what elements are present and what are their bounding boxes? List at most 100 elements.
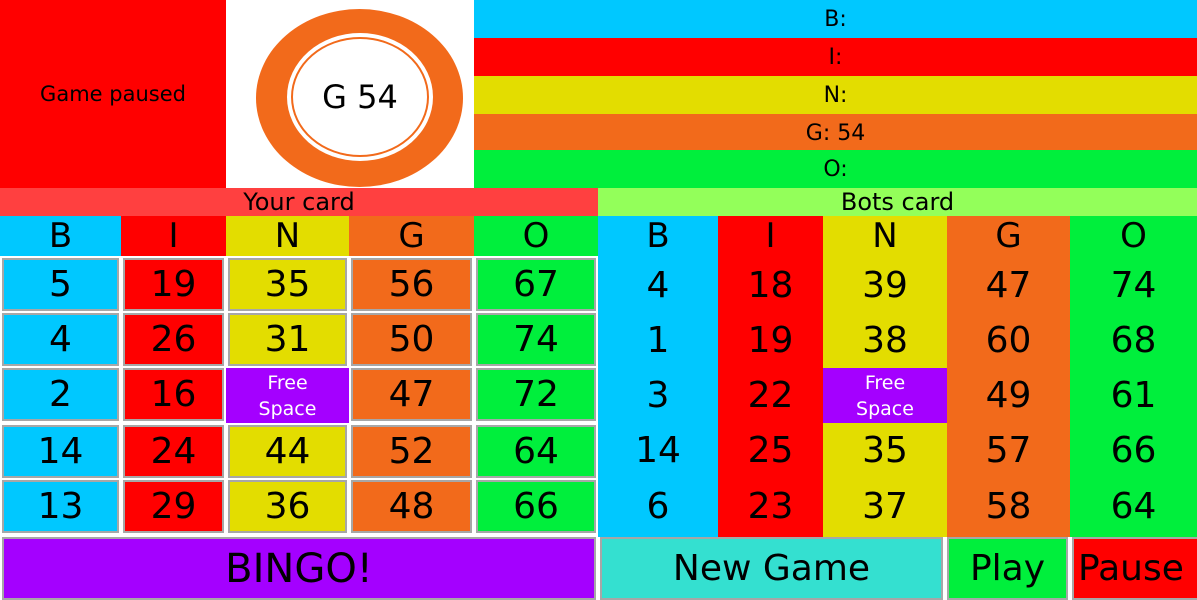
bots-card-cell: 14 (598, 423, 718, 478)
bots-card-cell: 39 (823, 258, 947, 313)
bots-card-cell: 38 (823, 313, 947, 368)
bots-card-cell: 66 (1070, 423, 1197, 478)
bots-header-b: B (598, 216, 718, 256)
free-space-label: Free Space (856, 371, 914, 420)
bots-cell-number: 68 (1110, 320, 1157, 361)
bingo-button[interactable]: BINGO! (2, 537, 596, 600)
bots-cell-number: 57 (985, 430, 1032, 471)
bots-card-cell: 25 (718, 423, 823, 478)
bots-header-b-text: B (646, 216, 670, 256)
your-card-cell[interactable]: 66 (476, 480, 596, 533)
bots-cell-number: 23 (747, 486, 794, 527)
your-cell-number: 52 (388, 431, 435, 472)
your-card-cell[interactable]: 14 (2, 425, 119, 478)
your-card-cell[interactable]: 19 (123, 258, 224, 311)
bots-card-cell: 74 (1070, 258, 1197, 313)
your-card-cell[interactable]: 56 (351, 258, 472, 311)
your-cell-number: 29 (150, 486, 197, 527)
bots-card-cell: 3 (598, 368, 718, 423)
history-row-i: I: (474, 38, 1197, 76)
your-card-cell[interactable]: 64 (476, 425, 596, 478)
your-cell-number: 74 (513, 319, 559, 360)
your-cell-number: 64 (513, 431, 559, 472)
history-text-g: G: 54 (805, 120, 866, 146)
your-header-n-text: N (274, 216, 301, 256)
bots-card-cell: 35 (823, 423, 947, 478)
play-button-label: Play (969, 548, 1046, 589)
your-cell-number: 67 (513, 264, 559, 305)
your-cell-number: 5 (49, 264, 72, 305)
free-space-label: Free Space (258, 371, 317, 420)
bots-header-g: G (947, 216, 1070, 256)
your-cell-number: 16 (150, 374, 197, 415)
your-card-cell[interactable]: 50 (351, 313, 472, 366)
your-card-cell[interactable]: 2 (2, 368, 119, 421)
bots-card-cell: 4 (598, 258, 718, 313)
bots-cell-number: 25 (747, 430, 794, 471)
your-cell-number: 14 (37, 431, 84, 472)
bots-card-cell: 61 (1070, 368, 1197, 423)
history-row-g: G: 54 (474, 114, 1197, 152)
bots-card-cell: 57 (947, 423, 1070, 478)
your-card-cell[interactable]: 4 (2, 313, 119, 366)
play-button[interactable]: Play (947, 537, 1068, 600)
game-status-text: Game paused (40, 82, 186, 106)
your-card-cell[interactable]: 29 (123, 480, 224, 533)
your-card-cell[interactable]: 67 (476, 258, 596, 311)
bots-card-cell: 58 (947, 478, 1070, 535)
your-card-cell[interactable]: 48 (351, 480, 472, 533)
bots-header-i-text: I (765, 216, 776, 256)
bingo-button-label: BINGO! (225, 545, 373, 592)
bots-cell-number: 39 (862, 265, 908, 306)
your-card-cell[interactable]: 16 (123, 368, 224, 421)
your-card-cell[interactable]: 72 (476, 368, 596, 421)
new-game-button[interactable]: New Game (600, 537, 943, 600)
bots-cell-number: 6 (646, 486, 670, 527)
bots-cell-number: 19 (747, 320, 794, 361)
bots-header-n-text: N (872, 216, 898, 256)
your-card-cell[interactable]: 52 (351, 425, 472, 478)
pause-button[interactable]: Pause (1072, 537, 1197, 600)
bots-cell-number: 58 (985, 486, 1032, 527)
your-header-o-text: O (522, 216, 550, 256)
your-header-n: N (226, 216, 349, 256)
history-text-i: I: (828, 44, 843, 70)
your-cell-number: 48 (388, 486, 435, 527)
game-status-panel: Game paused (0, 0, 226, 188)
your-card-cell[interactable]: 31 (228, 313, 347, 366)
bots-cell-number: 18 (747, 265, 794, 306)
your-cell-number: 2 (49, 374, 72, 415)
bots-header-n: N (823, 216, 947, 256)
bots-card-cell: 68 (1070, 313, 1197, 368)
your-cell-number: 56 (388, 264, 435, 305)
your-card-cell[interactable]: 13 (2, 480, 119, 533)
pause-button-label: Pause (1078, 548, 1184, 589)
bots-cell-number: 47 (985, 265, 1032, 306)
bots-cell-number: 74 (1110, 265, 1157, 306)
your-cell-number: 24 (150, 431, 197, 472)
bots-card-cell: 19 (718, 313, 823, 368)
bots-card-cell: 22 (718, 368, 823, 423)
your-header-g-text: G (398, 216, 425, 256)
bots-header-o-text: O (1120, 216, 1147, 256)
bots-header-i: I (718, 216, 823, 256)
bots-header-o: O (1070, 216, 1197, 256)
your-card-cell[interactable]: 26 (123, 313, 224, 366)
your-cell-number: 47 (388, 374, 435, 415)
history-text-b: B: (824, 6, 847, 32)
your-card-cell[interactable]: 5 (2, 258, 119, 311)
your-card-cell[interactable]: 74 (476, 313, 596, 366)
your-card-cell[interactable]: 47 (351, 368, 472, 421)
history-row-n: N: (474, 76, 1197, 114)
your-card-cell[interactable]: 36 (228, 480, 347, 533)
your-header-o: O (474, 216, 598, 256)
your-cell-number: 35 (264, 264, 311, 305)
your-card-title: Your card (0, 188, 598, 216)
your-card-cell[interactable]: 24 (123, 425, 224, 478)
your-card-cell[interactable]: 44 (228, 425, 347, 478)
bots-cell-number: 66 (1110, 430, 1157, 471)
your-cell-number: 66 (513, 486, 559, 527)
your-header-b-text: B (48, 216, 73, 256)
your-card-cell[interactable]: 35 (228, 258, 347, 311)
your-cell-number: 36 (264, 486, 311, 527)
